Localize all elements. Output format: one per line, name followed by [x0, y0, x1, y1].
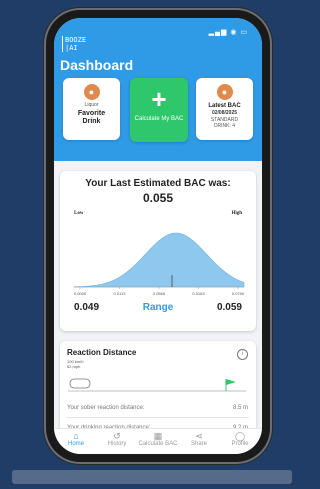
info-icon[interactable]: i	[237, 349, 248, 360]
nav-profile[interactable]: ◯ Profile	[220, 431, 260, 447]
profile-icon: ◯	[234, 431, 246, 441]
latest-bac-date: 02/08/2025	[211, 110, 238, 116]
reaction-distance-card: Reaction Distance i 100 km/h 62 mph Your…	[60, 341, 256, 437]
history-icon: ↺	[113, 431, 121, 441]
favorite-drink-title: Favorite Drink	[77, 110, 106, 125]
favorite-drink-card[interactable]: ● Liquor Favorite Drink	[63, 78, 120, 140]
status-icons: ▂▄▆ ◉ ▭	[208, 29, 248, 36]
divider	[67, 417, 249, 418]
low-label: Low	[74, 211, 84, 216]
logo-line-1: BOOZE	[65, 36, 87, 44]
nav-history[interactable]: ↺ History	[97, 431, 137, 447]
nav-calculate[interactable]: ▦ Calculate BAC	[138, 431, 178, 447]
calculate-bac-button[interactable]: + Calculate My BAC	[130, 78, 188, 142]
sober-distance-value: 8.5 m	[232, 405, 248, 411]
range-high: 0.059	[216, 302, 242, 313]
nav-profile-label: Profile	[231, 441, 249, 447]
drink-icon: ●	[216, 84, 233, 100]
x-tick-label: 0.0163	[192, 291, 205, 296]
floor-shadow	[12, 470, 292, 484]
nav-calculate-label: Calculate BAC	[138, 441, 178, 447]
nav-home-label: Home	[67, 441, 84, 447]
share-icon: ⋖	[195, 431, 203, 441]
favorite-drink-type: Liquor	[84, 102, 99, 108]
latest-bac-card[interactable]: ● Latest BAC 02/08/2025 STANDARD DRINK: …	[196, 78, 253, 140]
plus-icon: +	[151, 84, 167, 114]
drink-icon: ●	[83, 84, 100, 100]
calculate-bac-label: Calculate My BAC	[134, 116, 184, 122]
distribution-area	[73, 232, 245, 288]
app-logo: BOOZE |AI	[62, 36, 86, 52]
reaction-title: Reaction Distance	[67, 348, 137, 357]
car-icon	[69, 378, 91, 389]
nav-history-label: History	[107, 441, 127, 447]
x-tick-label: 0.0790	[232, 291, 245, 296]
latest-bac-detail: STANDARD DRINK: 4	[210, 117, 239, 129]
calculator-icon: ▦	[153, 431, 163, 441]
flag-icon	[226, 379, 236, 385]
latest-bac-title: Latest BAC	[208, 103, 241, 109]
x-tick-label: 0.0000	[74, 291, 87, 296]
bac-value: 0.055	[142, 191, 174, 205]
sober-distance-label: Your sober reaction distance:	[67, 405, 145, 411]
bac-title: Your Last Estimated BAC was:	[85, 178, 231, 189]
page-title: Dashboard	[60, 57, 134, 73]
x-tick-label: 0.0113	[114, 291, 127, 296]
reaction-road-illustration	[68, 378, 246, 392]
bottom-nav: ⌂ Home ↺ History ▦ Calculate BAC ⋖ Share…	[54, 428, 262, 454]
app-screen: ▂▄▆ ◉ ▭ BOOZE |AI Dashboard ● Liquor Fav…	[54, 18, 262, 454]
nav-home[interactable]: ⌂ Home	[56, 431, 96, 447]
high-label: High	[231, 211, 242, 216]
range-row: 0.049 Range 0.059	[60, 302, 256, 316]
nav-share[interactable]: ⋖ Share	[179, 431, 219, 447]
bac-result-card: Your Last Estimated BAC was: 0.055 Low H…	[60, 171, 256, 331]
logo-line-2: |AI	[65, 44, 78, 52]
nav-share-label: Share	[190, 441, 207, 447]
bac-distribution-chart: 0.0000 0.0113 0.0565 0.0163 0.0790	[73, 232, 245, 296]
phone-frame: ▂▄▆ ◉ ▭ BOOZE |AI Dashboard ● Liquor Fav…	[46, 10, 270, 462]
home-icon: ⌂	[73, 431, 79, 441]
x-tick-label: 0.0565	[153, 291, 166, 296]
